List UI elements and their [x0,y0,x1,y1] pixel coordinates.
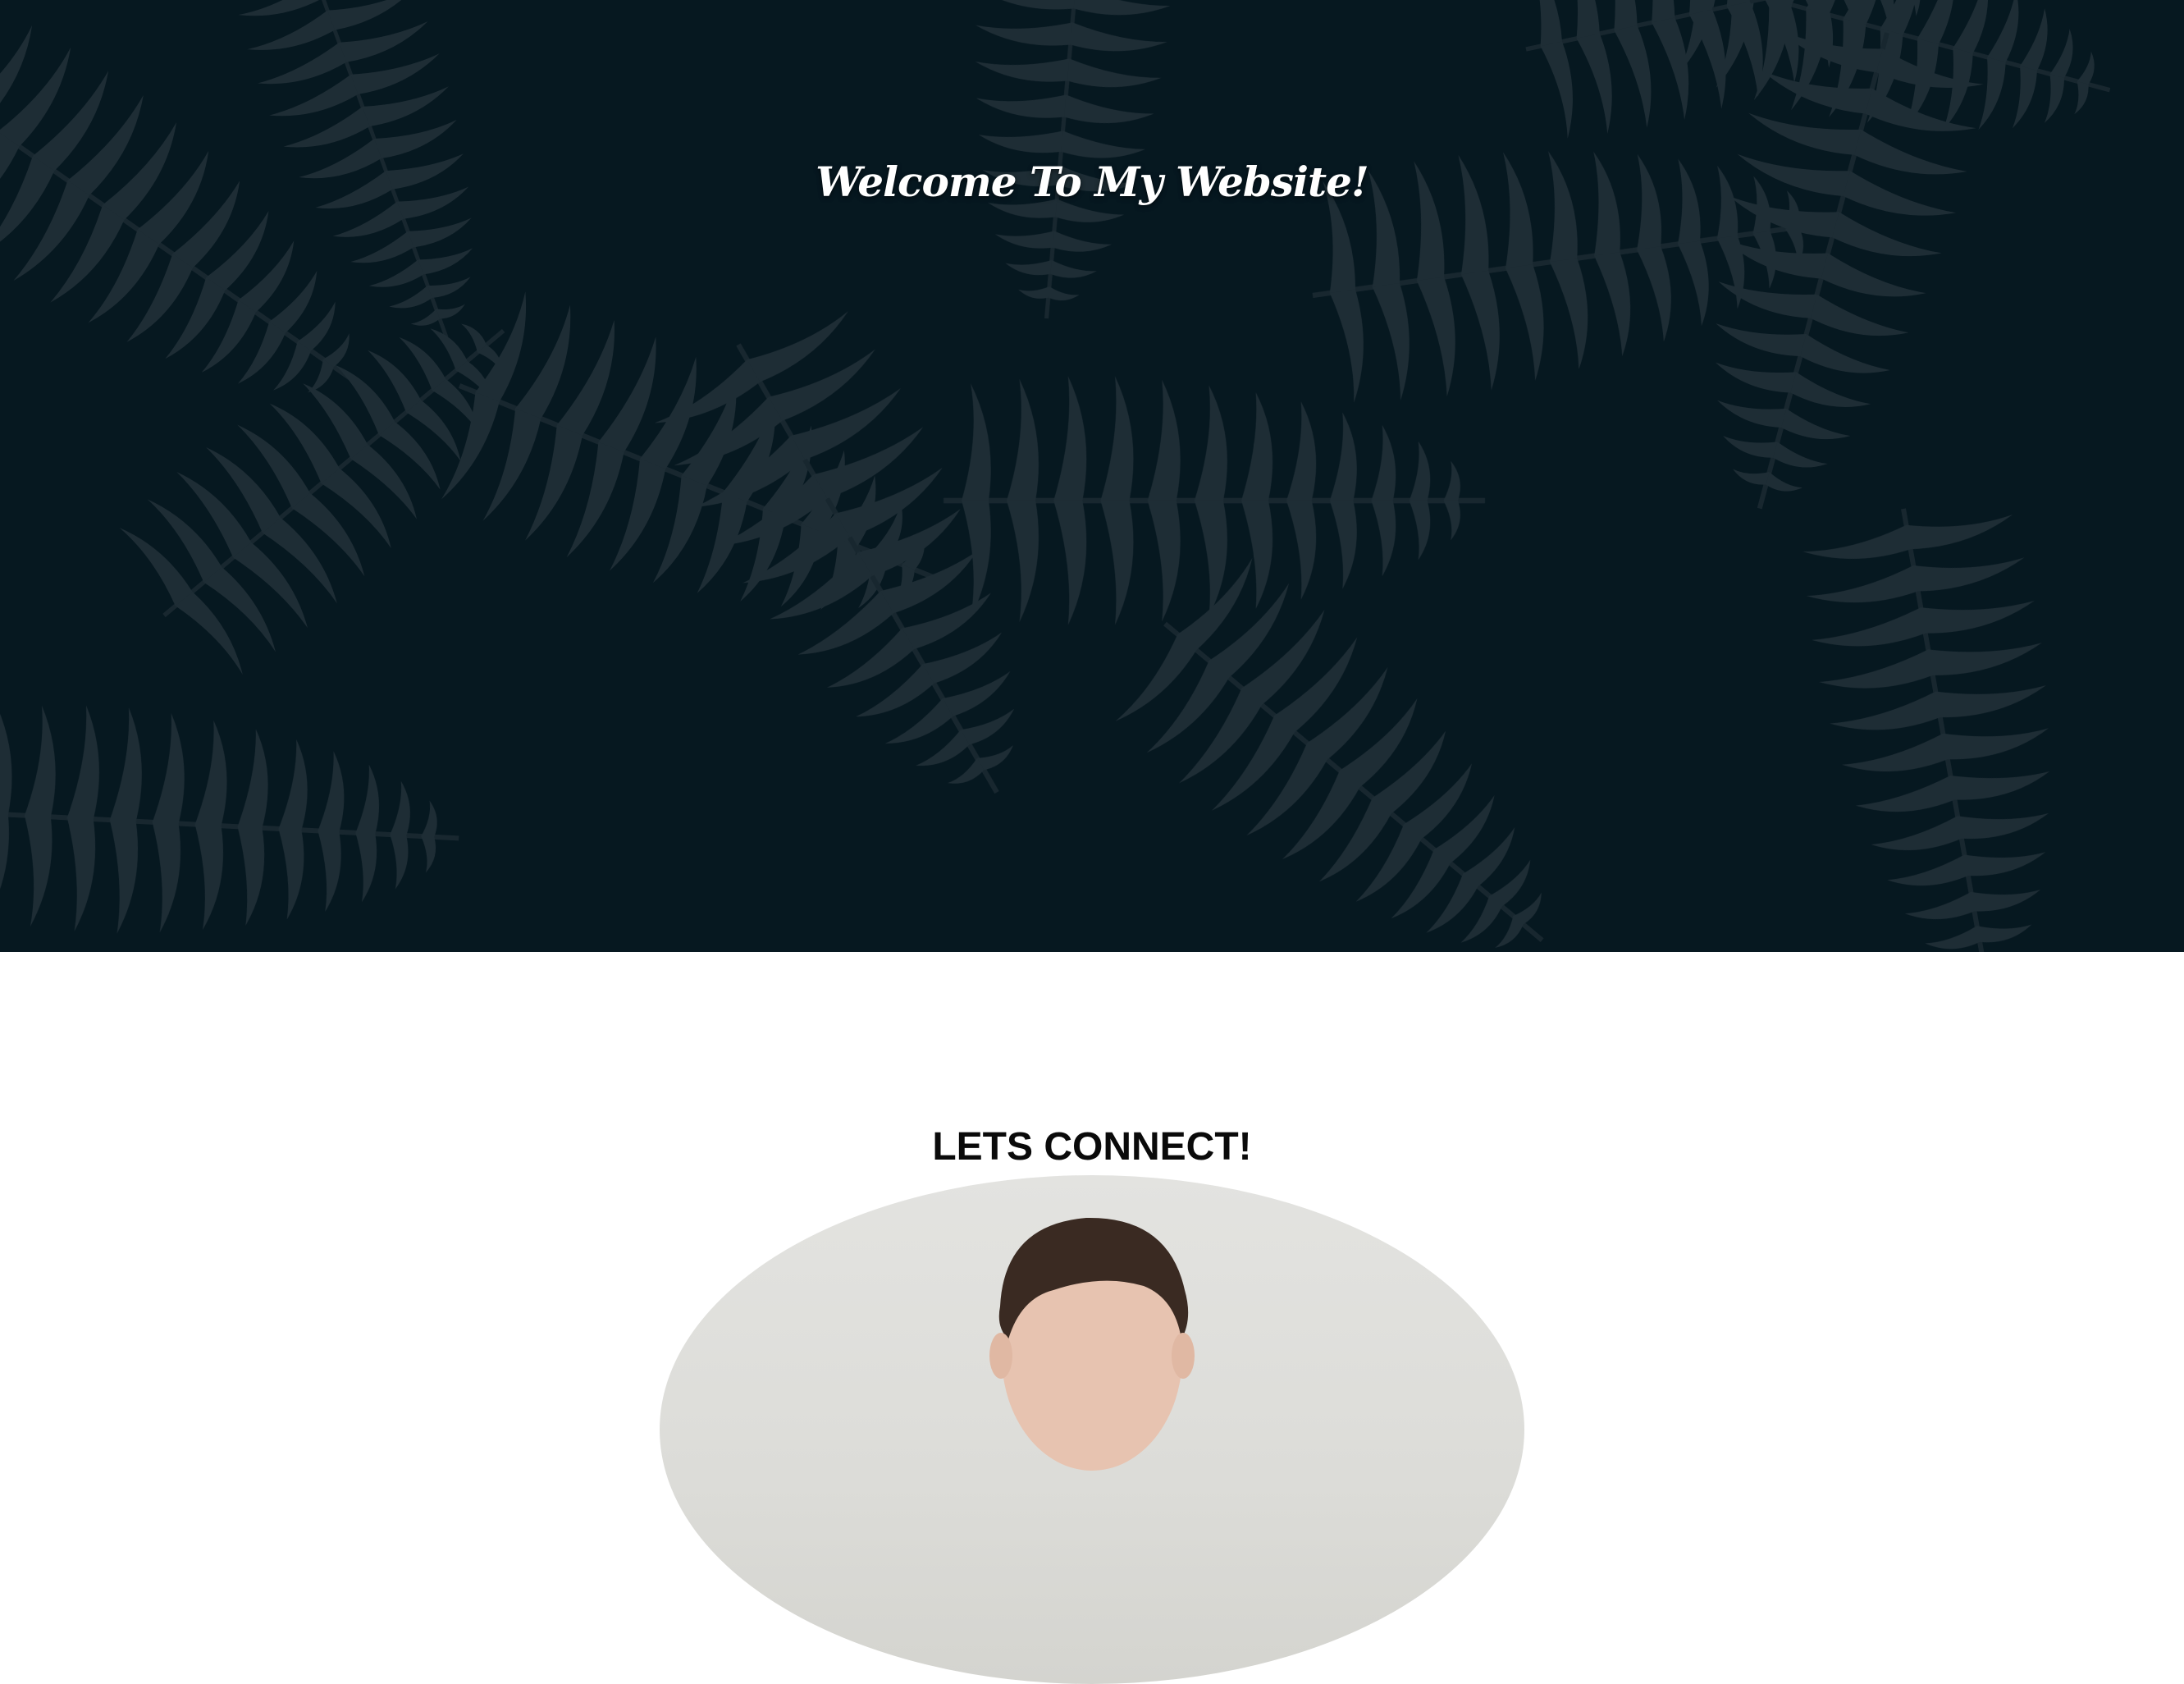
connect-section: LETS CONNECT! [0,952,2184,1684]
hero-banner: Welcome To My Website! [0,0,2184,952]
connect-heading: LETS CONNECT! [932,1124,1252,1169]
fern-background-image [0,0,2184,952]
profile-photo [660,1175,1524,1684]
hero-title: Welcome To My Website! [816,157,1369,206]
person-portrait-image [989,1217,1195,1471]
